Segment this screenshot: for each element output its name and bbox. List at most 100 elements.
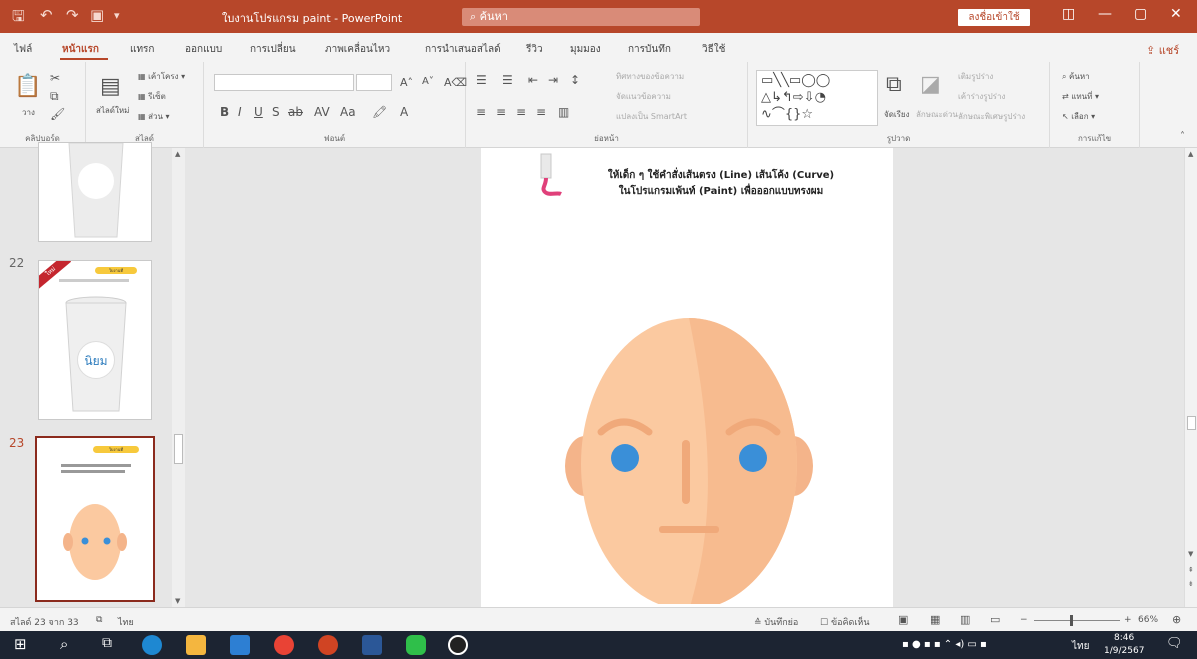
justify-icon[interactable]: ≡ — [536, 106, 546, 118]
scroll-up-icon[interactable]: ▲ — [1188, 150, 1193, 158]
replace-button[interactable]: ⇄ แทนที่ ▾ — [1062, 90, 1099, 103]
tab-help[interactable]: วิธีใช้ — [702, 42, 725, 57]
increase-font-icon[interactable]: A˄ — [400, 77, 413, 88]
search-box[interactable]: ⌕ ค้นหา — [462, 8, 700, 26]
align-right-icon[interactable]: ≡ — [516, 106, 526, 118]
previous-slide-icon[interactable]: ⇞ — [1188, 566, 1194, 574]
cut-icon[interactable]: ✂ — [50, 72, 60, 84]
tab-insert[interactable]: แทรก — [130, 42, 154, 57]
start-icon[interactable]: ⊞ — [14, 635, 34, 655]
columns-icon[interactable]: ▥ — [558, 106, 569, 118]
normal-view-icon[interactable]: ▣ — [898, 613, 908, 626]
numbering-icon[interactable]: ☰ — [502, 74, 513, 86]
increase-indent-icon[interactable]: ⇥ — [548, 74, 558, 86]
text-direction-button[interactable]: ทิศทางของข้อความ — [616, 70, 684, 83]
tab-animations[interactable]: ภาพเคลื่อนไหว — [325, 42, 390, 57]
maximize-icon[interactable]: ▢ — [1134, 6, 1147, 22]
format-painter-icon[interactable]: 🖌 — [50, 108, 65, 120]
slide-thumbnail-23-selected[interactable]: ใบงานที่ — [35, 436, 155, 602]
reset-button[interactable]: ▦ รีเซ็ต — [138, 90, 166, 103]
undo-icon[interactable]: ↶ — [40, 6, 53, 24]
zoom-level[interactable]: 66% — [1138, 615, 1158, 625]
align-text-button[interactable]: จัดแนวข้อความ — [616, 90, 671, 103]
scroll-thumb[interactable] — [1187, 416, 1196, 430]
zoom-slider[interactable] — [1034, 620, 1120, 621]
shapes-gallery[interactable]: ▭╲╲▭◯◯ △↳↰⇨⇩◔ ∿⌒{}☆ — [756, 70, 878, 126]
align-left-icon[interactable]: ≡ — [476, 106, 486, 118]
taskbar-search-icon[interactable]: ⌕ — [60, 635, 80, 655]
change-case-icon[interactable]: Aa — [340, 106, 356, 118]
slide-canvas[interactable]: ให้เด็ก ๆ ใช้คำสั่งเส้นตรง (Line) เส้นโค… — [481, 148, 893, 607]
tab-review[interactable]: รีวิว — [526, 42, 543, 57]
ribbon-display-icon[interactable]: ◫ — [1062, 6, 1075, 22]
layout-button[interactable]: ▦ เค้าโครง ▾ — [138, 70, 185, 83]
clock-date[interactable]: 1/9/2567 — [1104, 646, 1144, 656]
strikethrough-icon[interactable]: ab — [288, 106, 303, 118]
slide-thumbnail-22[interactable]: ใหม่ ใบงานที่ นิยม — [38, 260, 152, 420]
font-color-icon[interactable]: A — [400, 106, 408, 118]
next-slide-icon[interactable]: ⇟ — [1188, 580, 1194, 588]
italic-icon[interactable]: I — [238, 106, 242, 118]
language-status[interactable]: ไทย — [118, 615, 134, 629]
tab-view[interactable]: มุมมอง — [570, 42, 601, 57]
char-spacing-icon[interactable]: AV — [314, 106, 330, 118]
font-size-select[interactable] — [356, 74, 392, 91]
clock-time[interactable]: 8:46 — [1114, 633, 1134, 643]
customize-toolbar-icon[interactable]: ▾ — [114, 9, 120, 22]
select-button[interactable]: ↖ เลือก ▾ — [1062, 110, 1095, 123]
mail-icon[interactable] — [230, 635, 250, 655]
arrange-icon[interactable]: ⧉ — [886, 74, 902, 96]
decrease-indent-icon[interactable]: ⇤ — [528, 74, 538, 86]
word-taskbar-icon[interactable] — [362, 635, 382, 655]
tab-slideshow[interactable]: การนำเสนอสไลด์ — [425, 42, 501, 57]
collapse-ribbon-icon[interactable]: ˄ — [1180, 132, 1185, 142]
fit-to-window-icon[interactable]: ⊕ — [1172, 613, 1181, 626]
zoom-in-icon[interactable]: + — [1124, 615, 1132, 625]
sign-in-button[interactable]: ลงชื่อเข้าใช้ — [958, 9, 1030, 26]
present-icon[interactable]: ▣ — [90, 6, 104, 24]
accessibility-icon[interactable]: ⧉ — [96, 615, 102, 625]
file-explorer-icon[interactable] — [186, 635, 206, 655]
scroll-up-icon[interactable]: ▲ — [175, 150, 180, 158]
close-icon[interactable]: ✕ — [1170, 6, 1182, 22]
font-name-select[interactable] — [214, 74, 354, 91]
tab-file[interactable]: ไฟล์ — [14, 42, 32, 57]
bullets-icon[interactable]: ☰ — [476, 74, 487, 86]
media-player-icon[interactable] — [448, 635, 468, 655]
tab-transitions[interactable]: การเปลี่ยน — [250, 42, 296, 57]
reading-view-icon[interactable]: ▥ — [960, 613, 970, 626]
scroll-down-icon[interactable]: ▼ — [1188, 550, 1193, 558]
decrease-font-icon[interactable]: A˅ — [422, 77, 434, 87]
chrome-icon[interactable] — [274, 635, 294, 655]
highlight-icon[interactable]: 🖍 — [372, 106, 387, 118]
scroll-down-icon[interactable]: ▼ — [175, 597, 180, 605]
find-button[interactable]: ⌕ ค้นหา — [1062, 70, 1090, 83]
tray-icons[interactable]: ▪ ● ▪ ▪ ⌃ ◂) ▭ ▪ — [902, 639, 987, 650]
tab-design[interactable]: ออกแบบ — [185, 42, 222, 57]
editor-scrollbar[interactable]: ▲ ▼ ⇞ ⇟ — [1184, 148, 1197, 607]
shape-effects-button[interactable]: ลักษณะพิเศษรูปร่าง — [958, 110, 1025, 123]
smartart-button[interactable]: แปลงเป็น SmartArt — [616, 110, 687, 123]
redo-icon[interactable]: ↷ — [66, 6, 79, 24]
share-button[interactable]: ⇪ แชร์ — [1146, 41, 1179, 59]
minimize-icon[interactable]: — — [1098, 6, 1112, 22]
input-language[interactable]: ไทย — [1072, 639, 1089, 654]
new-slide-icon[interactable]: ▤ — [100, 76, 121, 98]
paste-icon[interactable]: 📋 — [14, 76, 41, 98]
notes-button[interactable]: ≙ บันทึกย่อ — [754, 615, 798, 629]
line-icon[interactable] — [406, 635, 426, 655]
new-slide-label[interactable]: สไลด์ใหม่ — [96, 104, 129, 117]
task-view-icon[interactable]: ⧉ — [102, 635, 122, 655]
save-icon[interactable]: 🖫 — [12, 6, 25, 31]
slide-sorter-icon[interactable]: ▦ — [930, 613, 940, 626]
underline-icon[interactable]: U — [254, 106, 263, 118]
slide-thumbnail-21[interactable] — [38, 142, 152, 242]
notifications-icon[interactable]: 🗨 — [1166, 636, 1183, 651]
edge-icon[interactable] — [142, 635, 162, 655]
section-button[interactable]: ▦ ส่วน ▾ — [138, 110, 170, 123]
shape-outline-button[interactable]: เค้าร่างรูปร่าง — [958, 90, 1005, 103]
shape-fill-button[interactable]: เติมรูปร่าง — [958, 70, 993, 83]
tab-home[interactable]: หน้าแรก — [62, 42, 99, 57]
zoom-slider-thumb[interactable] — [1070, 615, 1073, 626]
quick-styles-icon[interactable]: ◪ — [920, 74, 941, 96]
